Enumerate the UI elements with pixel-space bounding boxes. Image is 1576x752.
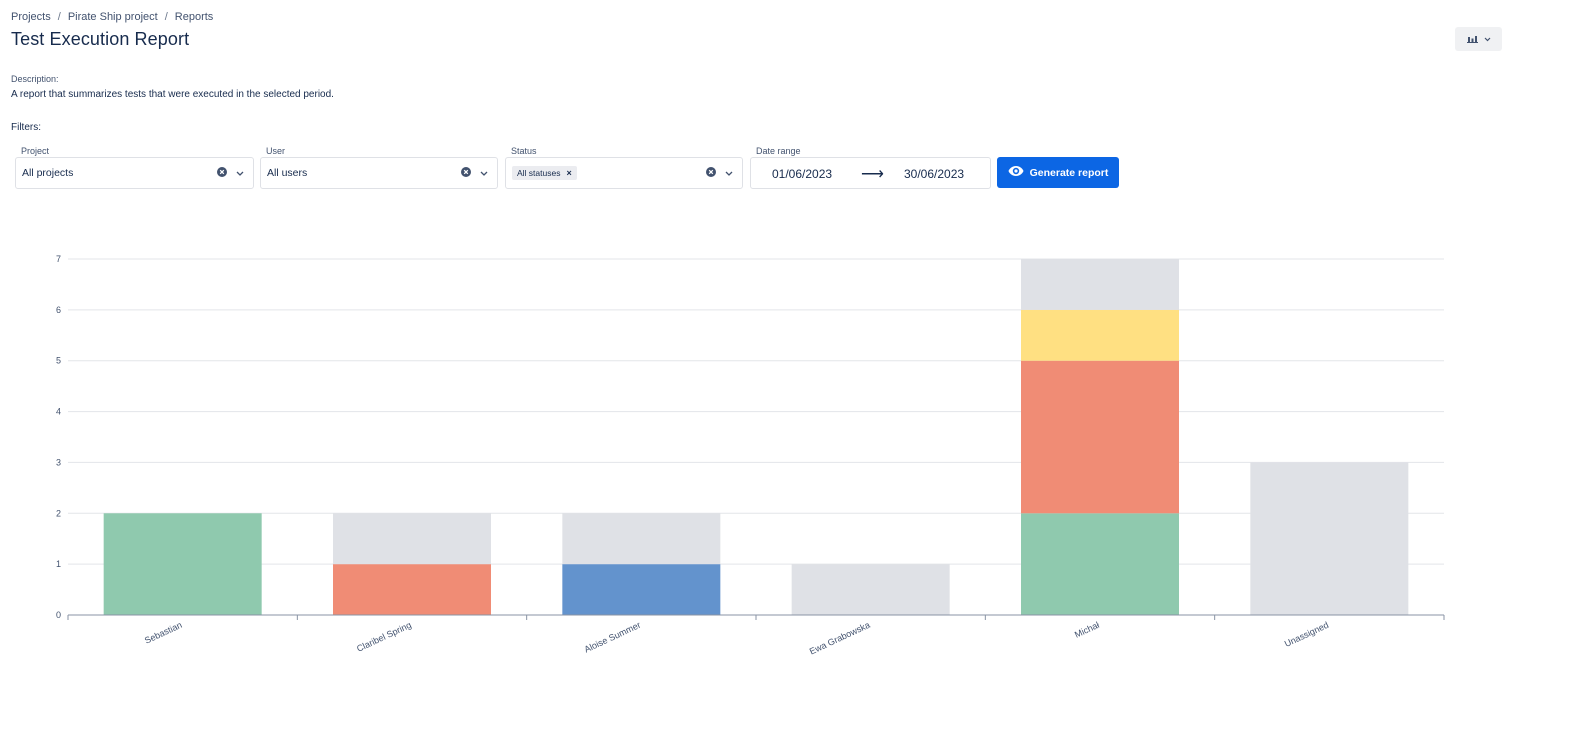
bar-segment	[562, 513, 721, 565]
bar-segment	[1021, 309, 1179, 361]
bar-segment	[333, 564, 491, 615]
y-tick-label: 2	[56, 508, 61, 518]
x-tick-label: Aloise Summer	[583, 620, 643, 655]
y-tick-label: 6	[56, 305, 61, 315]
bar-segment	[791, 564, 950, 615]
x-tick-label: Sebastian	[143, 620, 184, 646]
bar-segment	[1021, 360, 1179, 514]
y-tick-label: 0	[56, 610, 61, 620]
bar-segment	[562, 564, 721, 615]
bar-segment	[1250, 462, 1409, 615]
y-tick-label: 5	[56, 356, 61, 366]
x-tick-label: Michał	[1073, 620, 1101, 640]
bar-segment	[333, 513, 491, 565]
x-tick-label: Ewa Grabowska	[808, 620, 872, 657]
y-tick-label: 7	[56, 254, 61, 264]
y-tick-label: 3	[56, 457, 61, 467]
test-execution-chart: 0 1 2 3 4 5 6 7 Sebastian Claribel Spring Aloise S…	[56, 254, 1445, 657]
bar-segment	[1021, 513, 1179, 615]
y-tick-label: 1	[56, 559, 61, 569]
x-tick-label: Unassigned	[1283, 620, 1330, 649]
bar-segment	[103, 513, 262, 615]
y-tick-label: 4	[56, 407, 61, 417]
bar-segment	[1021, 259, 1179, 310]
x-tick-label: Claribel Spring	[355, 620, 413, 654]
